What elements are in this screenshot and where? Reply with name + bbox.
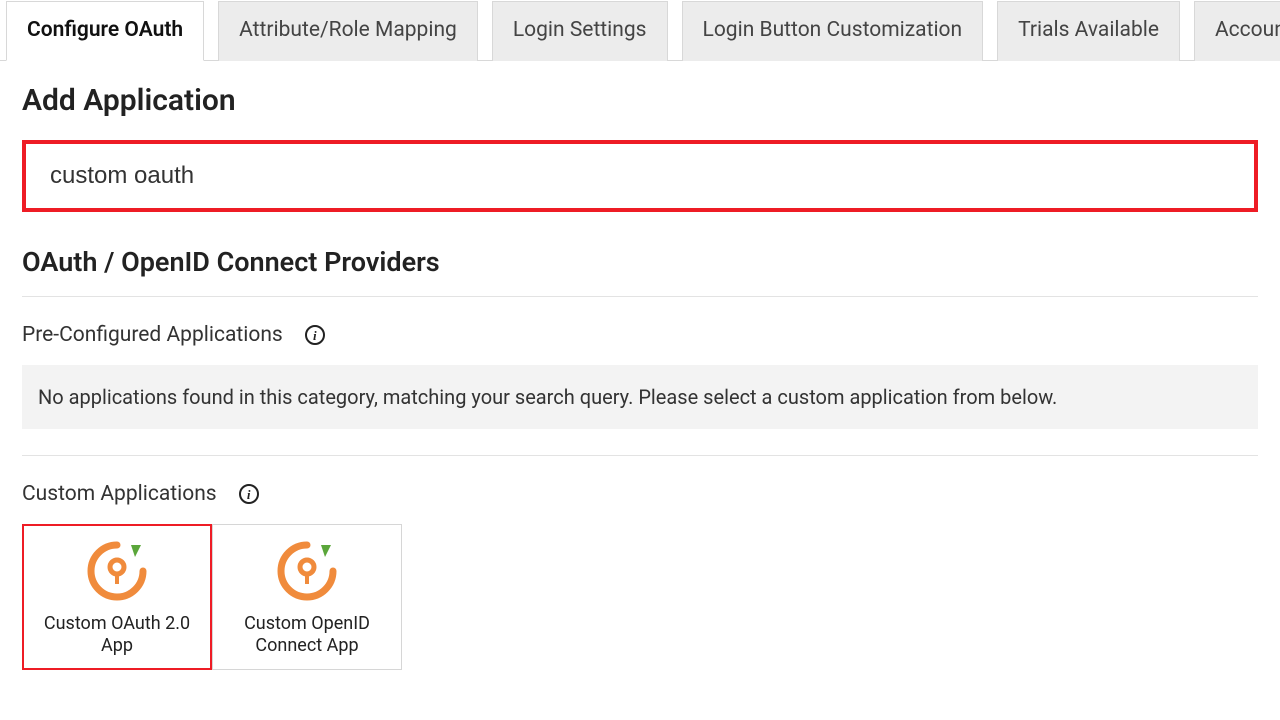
divider — [22, 455, 1258, 456]
info-icon[interactable]: i — [239, 484, 259, 504]
tab-account-setup[interactable]: Account Setu — [1194, 1, 1280, 61]
custom-section-header: Custom Applications i — [22, 482, 1258, 506]
empty-state-message: No applications found in this category, … — [22, 365, 1258, 429]
info-icon[interactable]: i — [305, 325, 325, 345]
preconfigured-section-header: Pre-Configured Applications i — [22, 323, 1258, 347]
tab-configure-oauth[interactable]: Configure OAuth — [6, 1, 204, 61]
oauth-icon — [275, 539, 339, 603]
tab-attribute-role-mapping[interactable]: Attribute/Role Mapping — [218, 1, 478, 61]
tab-bar: Configure OAuth Attribute/Role Mapping L… — [0, 0, 1280, 61]
providers-heading: OAuth / OpenID Connect Providers — [22, 246, 1258, 278]
search-highlight-box — [22, 140, 1258, 212]
preconfigured-heading: Pre-Configured Applications — [22, 323, 283, 347]
card-custom-openid-app[interactable]: Custom OpenID Connect App — [212, 524, 402, 670]
application-search-input[interactable] — [28, 146, 1252, 206]
card-custom-oauth-app[interactable]: Custom OAuth 2.0 App — [22, 524, 212, 670]
card-label: Custom OAuth 2.0 App — [34, 613, 200, 658]
tab-trials-available[interactable]: Trials Available — [997, 1, 1180, 61]
card-label: Custom OpenID Connect App — [223, 613, 391, 658]
oauth-icon — [85, 539, 149, 603]
page-title: Add Application — [22, 83, 1258, 118]
tab-login-settings[interactable]: Login Settings — [492, 1, 668, 61]
content-area: Add Application OAuth / OpenID Connect P… — [0, 61, 1280, 700]
custom-app-cards: Custom OAuth 2.0 App Custom OpenID Conne… — [22, 524, 1258, 670]
custom-heading: Custom Applications — [22, 482, 217, 506]
tab-login-button-customization[interactable]: Login Button Customization — [682, 1, 984, 61]
divider — [22, 296, 1258, 297]
